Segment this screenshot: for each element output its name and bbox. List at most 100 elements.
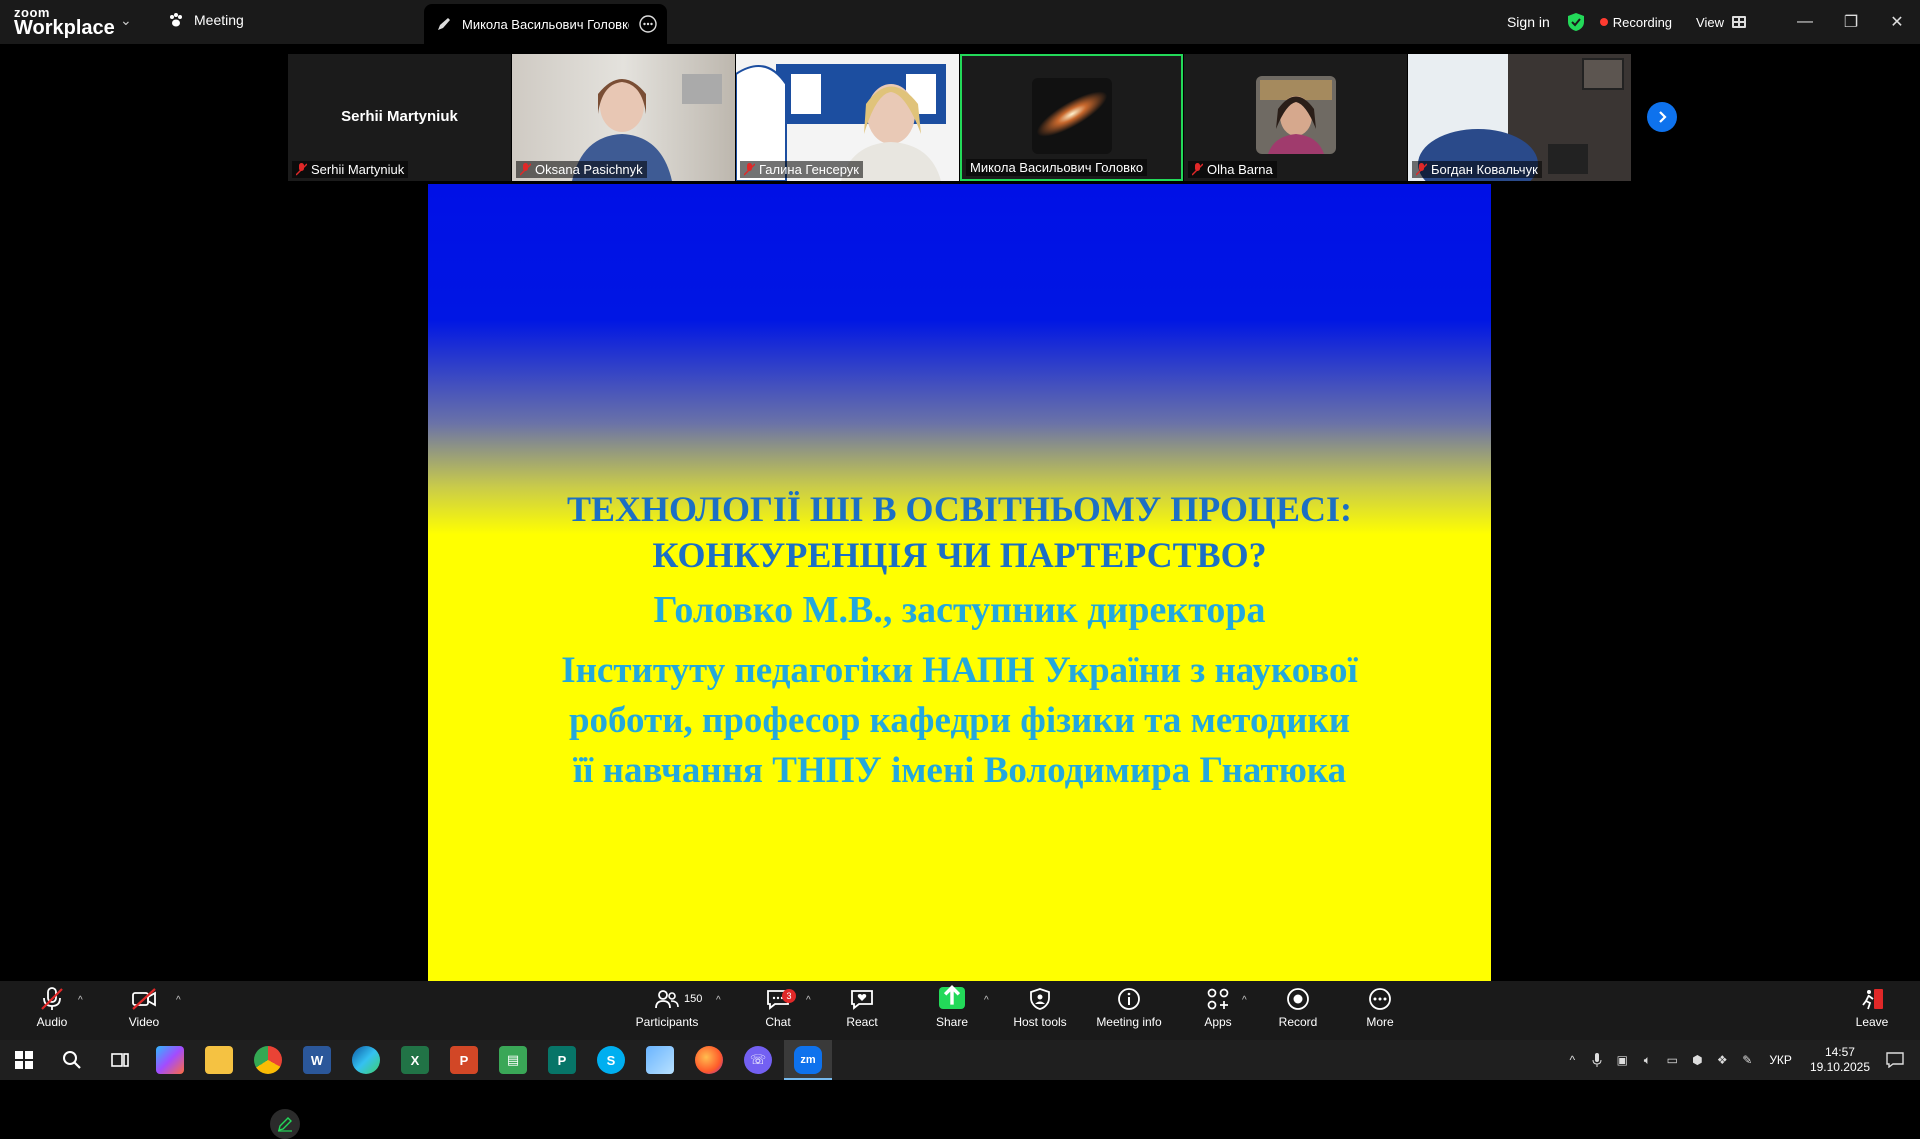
- chat-options-caret-icon[interactable]: ^: [806, 995, 811, 1006]
- participant-name: Богдан Ковальчук: [1431, 162, 1538, 177]
- clock[interactable]: 14:57 19.10.2025: [1810, 1045, 1870, 1075]
- zoom-icon[interactable]: zm: [794, 1046, 822, 1074]
- minimize-button[interactable]: —: [1782, 0, 1828, 44]
- windows-taskbar: W X P ▤ P S ☏ zm ^ ▣ 🔈︎ ▭ ⬢ ❖ ✎ УКР 14:5…: [0, 1040, 1920, 1080]
- participant-label: Olha Barna: [1188, 161, 1277, 178]
- mic-muted-icon: [744, 163, 755, 176]
- firefox-icon[interactable]: [695, 1046, 723, 1074]
- next-page-button[interactable]: [1647, 102, 1677, 132]
- apps-button[interactable]: Apps: [1200, 987, 1236, 1037]
- photos-icon[interactable]: [646, 1046, 674, 1074]
- meeting-toolbar: Audio ^ Video ^ Participants 150 ^ Chat …: [0, 981, 1920, 1040]
- slide-title-line2: КОНКУРЕНЦІЯ ЧИ ПАРТЕРСТВО?: [652, 535, 1267, 575]
- participant-label: Микола Васильович Головко: [966, 159, 1148, 176]
- viber-icon[interactable]: ☏: [744, 1046, 772, 1074]
- clock-date: 19.10.2025: [1809, 1060, 1870, 1074]
- view-button[interactable]: View: [1696, 15, 1746, 30]
- windows-start-icon[interactable]: [10, 1046, 38, 1074]
- word-icon[interactable]: W: [303, 1046, 331, 1074]
- share-label: Share: [935, 1015, 969, 1029]
- close-icon: ✕: [1890, 14, 1904, 31]
- powerpoint-icon[interactable]: P: [450, 1046, 478, 1074]
- participant-tile[interactable]: Богдан Ковальчук: [1408, 54, 1631, 181]
- clock-time: 14:57: [1824, 1045, 1855, 1059]
- chat-label: Chat: [765, 1015, 791, 1029]
- share-options-caret-icon[interactable]: ^: [984, 995, 989, 1006]
- apps-options-caret-icon[interactable]: ^: [1242, 995, 1247, 1006]
- camera-tray-icon[interactable]: ▣: [1611, 1052, 1633, 1068]
- edge-icon[interactable]: [352, 1046, 380, 1074]
- excel-icon[interactable]: X: [401, 1046, 429, 1074]
- slide-desc-line2: роботи, професор кафедри фізики та метод…: [568, 700, 1351, 741]
- system-tray: ^ ▣ 🔈︎ ▭ ⬢ ❖ ✎ УКР 14:57 19.10.2025: [1561, 1040, 1920, 1080]
- more-button[interactable]: More: [1362, 987, 1398, 1037]
- record-label: Record: [1278, 1015, 1318, 1029]
- restore-button[interactable]: ❐: [1828, 0, 1874, 44]
- share-button[interactable]: Share: [934, 985, 970, 1037]
- recording-indicator[interactable]: Recording: [1599, 14, 1673, 30]
- video-button[interactable]: Video: [126, 987, 162, 1037]
- skype-icon[interactable]: S: [597, 1046, 625, 1074]
- meeting-info-label: Meeting info: [1096, 1015, 1162, 1029]
- participant-label: Галина Генсерук: [740, 161, 863, 178]
- participant-name: Галина Генсерук: [759, 162, 859, 177]
- publisher-icon[interactable]: P: [548, 1046, 576, 1074]
- slide-title-line1: ТЕХНОЛОГІЇ ШІ В ОСВІТНЬОМУ ПРОЦЕСІ:: [566, 489, 1353, 529]
- chevron-down-icon[interactable]: ⌄: [120, 12, 132, 29]
- apps-icon: [1207, 988, 1229, 1010]
- file-explorer-icon[interactable]: [205, 1046, 233, 1074]
- react-button[interactable]: React: [844, 987, 880, 1037]
- microphone-icon[interactable]: [1586, 1052, 1608, 1068]
- participant-tile[interactable]: Галина Генсерук: [736, 54, 959, 181]
- host-tools-button[interactable]: Host tools: [1012, 987, 1068, 1037]
- participants-options-caret-icon[interactable]: ^: [716, 995, 721, 1006]
- participant-tile-active-speaker[interactable]: Микола Васильович Головко: [960, 54, 1183, 181]
- participant-tile[interactable]: Serhii Martyniuk Serhii Martyniuk: [288, 54, 511, 181]
- record-dot-icon: [1599, 18, 1608, 26]
- more-dots-icon[interactable]: [639, 15, 657, 33]
- video-off-icon: [132, 988, 156, 1010]
- dropbox-icon[interactable]: ❖: [1711, 1052, 1733, 1068]
- pen-tray-icon[interactable]: ✎: [1736, 1052, 1758, 1068]
- react-label: React: [846, 1015, 878, 1029]
- presentation-slide: ТЕХНОЛОГІЇ ШІ В ОСВІТНЬОМУ ПРОЦЕСІ: КОНК…: [428, 184, 1491, 981]
- slide-desc-line3: її навчання ТНПУ імені Володимира Гнатюк…: [572, 750, 1347, 791]
- participant-label: Богдан Ковальчук: [1412, 161, 1542, 178]
- notifications-icon[interactable]: [1884, 1052, 1906, 1068]
- paw-icon: [170, 13, 182, 27]
- search-icon[interactable]: [58, 1046, 86, 1074]
- grid-view-icon: [1732, 16, 1746, 28]
- audio-options-caret-icon[interactable]: ^: [78, 995, 83, 1006]
- shield-check-icon[interactable]: [1566, 12, 1586, 32]
- meeting-info-button[interactable]: Meeting info: [1094, 987, 1164, 1037]
- leave-door-icon: [1862, 989, 1883, 1010]
- copilot-icon[interactable]: [156, 1046, 184, 1074]
- network-icon[interactable]: ▭: [1661, 1052, 1683, 1068]
- tab-title: Микола Васильович Головко's s: [462, 16, 629, 32]
- video-options-caret-icon[interactable]: ^: [176, 995, 181, 1006]
- language-indicator[interactable]: УКР: [1769, 1053, 1792, 1067]
- share-tab[interactable]: Микола Васильович Головко's s: [424, 4, 667, 44]
- participant-name: Olha Barna: [1207, 162, 1273, 177]
- security-tray-icon[interactable]: ⬢: [1686, 1052, 1708, 1068]
- spreadsheet-app-icon[interactable]: ▤: [499, 1046, 527, 1074]
- participant-name: Serhii Martyniuk: [311, 162, 405, 177]
- host-tools-shield-icon: [1030, 988, 1050, 1010]
- chrome-icon[interactable]: [254, 1046, 282, 1074]
- meeting-tab[interactable]: Meeting: [168, 12, 244, 28]
- record-button[interactable]: Record: [1278, 987, 1318, 1037]
- participant-name: Микола Васильович Головко: [970, 160, 1144, 175]
- sign-in-link[interactable]: Sign in: [1507, 14, 1550, 30]
- recording-label: Recording: [1612, 14, 1673, 30]
- close-button[interactable]: ✕: [1874, 0, 1920, 44]
- participant-tile[interactable]: Olha Barna: [1184, 54, 1407, 181]
- info-icon: [1118, 988, 1140, 1010]
- participant-tile[interactable]: Oksana Pasichnyk: [512, 54, 735, 181]
- task-view-icon[interactable]: [106, 1046, 134, 1074]
- audio-button[interactable]: Audio: [34, 987, 70, 1037]
- mic-muted-icon: [1192, 163, 1203, 176]
- annotate-button[interactable]: [270, 1109, 300, 1139]
- chevron-up-icon[interactable]: ^: [1561, 1052, 1583, 1068]
- volume-icon[interactable]: 🔈︎: [1636, 1052, 1658, 1068]
- leave-button[interactable]: Leave: [1852, 987, 1892, 1037]
